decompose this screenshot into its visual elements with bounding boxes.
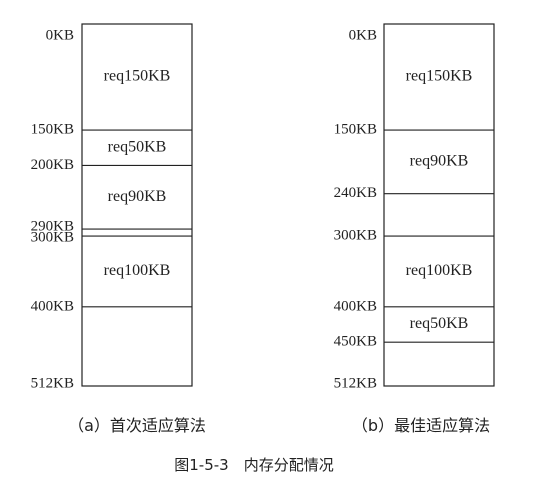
panel-a-caption: （a）首次适应算法	[68, 416, 206, 435]
address-label: 512KB	[334, 375, 377, 391]
address-label: 0KB	[349, 27, 377, 43]
address-label: 450KB	[334, 334, 377, 350]
address-label: 0KB	[46, 27, 74, 43]
allocated-block-label: req150KB	[406, 68, 473, 85]
panel-best-fit: 0KB 150KB 240KB 300KB 400KB 450KB 512KB req150K…	[334, 23, 495, 391]
allocated-block-label: req50KB	[410, 315, 469, 332]
panel-first-fit: 0KB150KB200KB290KB300KB400KB512KBreq150K…	[31, 23, 193, 391]
allocated-block-label: req50KB	[108, 138, 167, 155]
panel-b-caption: （b）最佳适应算法	[352, 416, 490, 435]
address-label: 240KB	[334, 185, 377, 201]
address-label: 512KB	[31, 375, 74, 391]
allocated-block-label: req90KB	[410, 153, 469, 170]
memory-allocation-svg: 0KB150KB200KB290KB300KB400KB512KBreq150K…	[31, 23, 495, 474]
address-label: 400KB	[334, 298, 377, 314]
address-label: 300KB	[334, 228, 377, 244]
figure-caption: 图1-5-3 内存分配情况	[174, 456, 333, 474]
address-label: 200KB	[31, 157, 74, 173]
address-label: 150KB	[31, 121, 74, 137]
address-label: 150KB	[334, 121, 377, 137]
allocated-block-label: req100KB	[104, 262, 171, 279]
allocated-block-label: req90KB	[108, 188, 167, 205]
memory-allocation-figure: 0KB 150KB 200KB 290KB 300KB 400KB 512KB req150K…	[0, 0, 557, 497]
address-label: 300KB	[31, 230, 74, 246]
allocated-block-label: req150KB	[104, 68, 171, 85]
allocated-block-label: req100KB	[406, 262, 473, 279]
address-label: 400KB	[31, 298, 74, 314]
